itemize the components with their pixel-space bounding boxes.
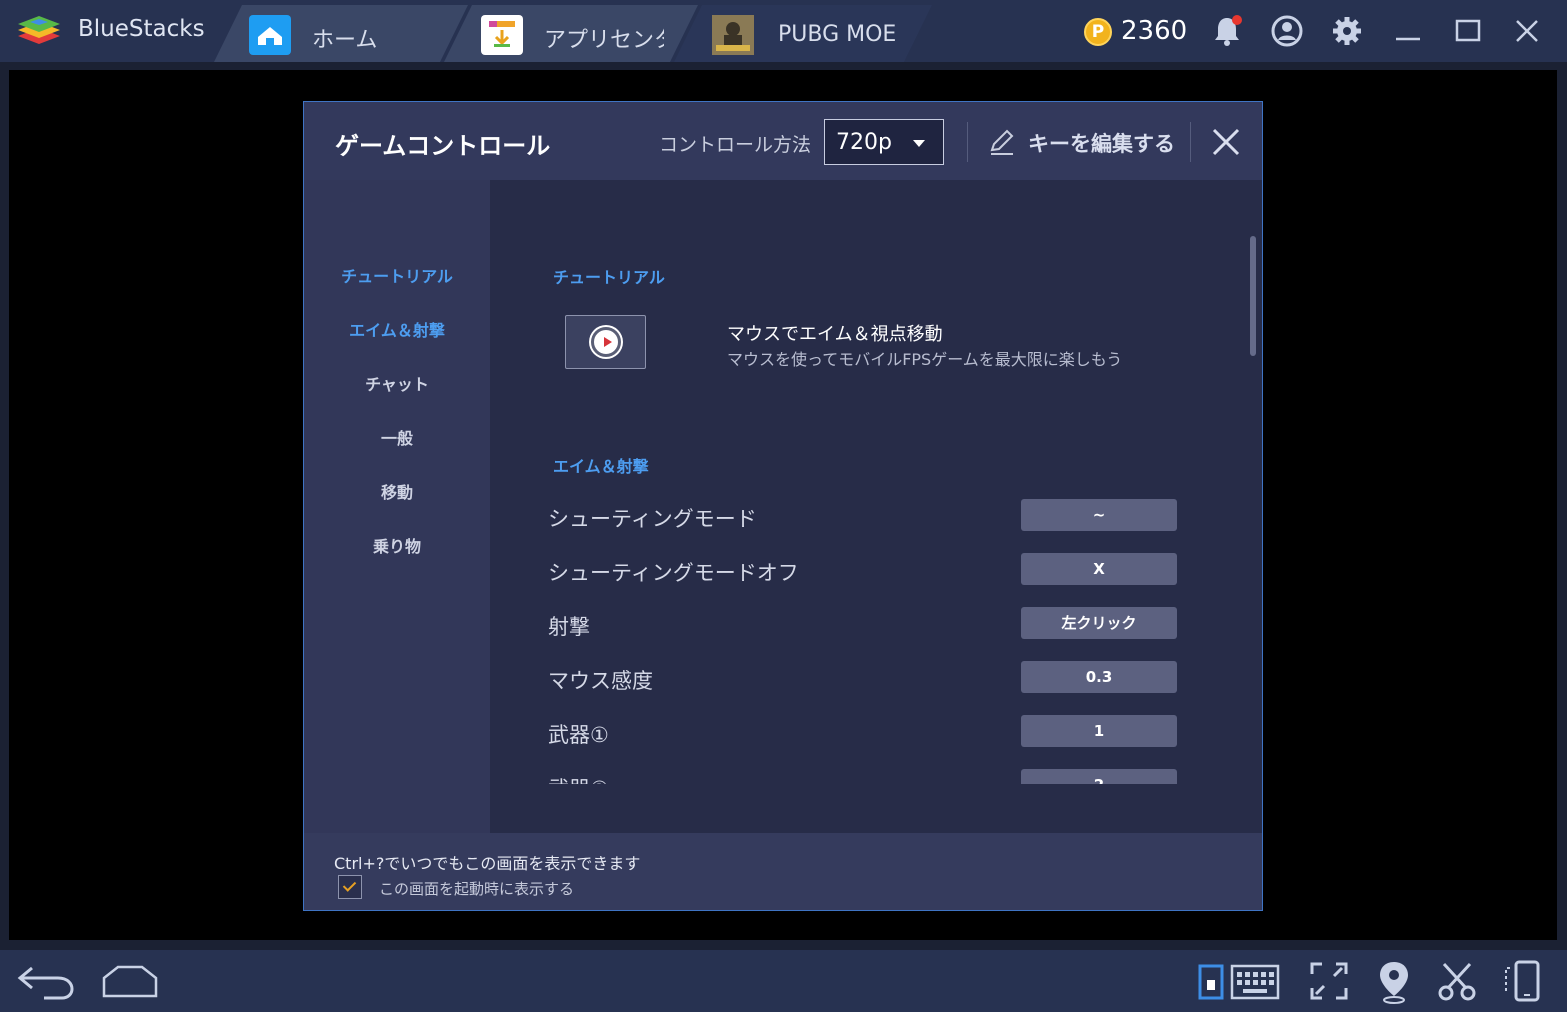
header-divider — [1190, 122, 1191, 162]
dialog-close-icon[interactable] — [1210, 126, 1242, 158]
account-icon[interactable] — [1270, 14, 1304, 48]
app-name: BlueStacks — [78, 16, 205, 42]
aim-section-title: エイム＆射撃 — [553, 457, 649, 476]
keymap-row-label: 射撃 — [548, 615, 590, 639]
maximize-icon[interactable] — [1451, 14, 1485, 48]
edit-keys-button[interactable]: キーを編集する — [1028, 128, 1175, 158]
keymap-row-label: シューティングモードオフ — [548, 561, 799, 585]
keymap-row-label: 武器① — [548, 723, 609, 747]
bell-icon[interactable] — [1210, 14, 1244, 48]
keymap-key-button[interactable]: 0.3 — [1021, 661, 1177, 693]
coin-icon: P — [1084, 18, 1112, 46]
home-outline-icon[interactable] — [100, 964, 160, 1000]
app-center-icon — [481, 15, 523, 55]
resolution-select[interactable]: 720p — [824, 119, 944, 165]
dialog-content[interactable]: チュートリアル マウスでエイム＆視点移動 マウスを使ってモバイルFPSゲームを最… — [490, 180, 1262, 833]
tab-home[interactable]: ホーム — [214, 5, 468, 62]
sidebar-item-chat[interactable]: チャット — [304, 371, 490, 395]
tab-pubg-label: PUBG MOE — [778, 22, 896, 47]
game-control-dialog: ゲームコントロール コントロール方法 720p キーを編集する チュートリアル … — [303, 101, 1263, 911]
sidebar-item-movement[interactable]: 移動 — [304, 479, 490, 503]
keymap-row: シューティングモードオフ X — [490, 553, 1262, 587]
shortcut-hint: Ctrl+?でいつでもこの画面を表示できます — [334, 854, 641, 873]
keymap-row-label: シューティングモード — [548, 507, 757, 531]
keymap-key-button[interactable]: 1 — [1021, 715, 1177, 747]
dialog-title: ゲームコントロール — [335, 132, 551, 160]
dialog-sidebar: チュートリアル エイム＆射撃 チャット 一般 移動 乗り物 — [304, 180, 490, 833]
home-icon — [249, 15, 291, 55]
back-icon[interactable] — [14, 962, 76, 1002]
chevron-down-icon — [913, 140, 925, 147]
header-divider — [967, 122, 968, 162]
tutorial-video-title: マウスでエイム＆視点移動 — [727, 324, 943, 345]
minimize-icon[interactable] — [1391, 14, 1425, 48]
sidebar-item-aim[interactable]: エイム＆射撃 — [304, 317, 490, 341]
sidebar-item-general[interactable]: 一般 — [304, 425, 490, 449]
show-on-startup-label[interactable]: この画面を起動時に表示する — [379, 878, 574, 899]
content-scrollbar[interactable] — [1250, 236, 1256, 356]
keymap-key-button[interactable]: ~ — [1021, 499, 1177, 531]
keymap-row: マウス感度 0.3 — [490, 661, 1262, 695]
bottom-toolbar — [0, 950, 1567, 1012]
dialog-header: ゲームコントロール コントロール方法 720p キーを編集する — [304, 102, 1262, 180]
control-method-label: コントロール方法 — [659, 134, 812, 156]
tutorial-video-description: マウスを使ってモバイルFPSゲームを最大限に楽しもう — [727, 350, 1123, 369]
checkmark-icon — [342, 878, 357, 892]
tutorial-video-thumbnail[interactable] — [565, 315, 646, 369]
tutorial-section-title: チュートリアル — [553, 268, 665, 287]
dialog-footer: Ctrl+?でいつでもこの画面を表示できます この画面を起動時に表示する — [304, 833, 1262, 910]
show-on-startup-checkbox[interactable] — [338, 875, 362, 899]
fullscreen-icon[interactable] — [1308, 960, 1350, 1002]
keymap-key-button[interactable]: X — [1021, 553, 1177, 585]
content-clip — [490, 784, 1262, 833]
keymap-row: 射撃 左クリック — [490, 607, 1262, 641]
play-icon — [591, 327, 621, 357]
keymap-toggle-icon[interactable] — [1198, 964, 1224, 1000]
tab-home-label: ホーム — [312, 28, 378, 53]
keymap-row: 武器① 1 — [490, 715, 1262, 749]
gear-icon[interactable] — [1330, 14, 1364, 48]
resolution-value: 720p — [836, 130, 892, 155]
tab-app-center[interactable]: アプリセンタ- — [444, 5, 698, 62]
tab-pubg[interactable]: PUBG MOE — [674, 5, 932, 62]
keymap-row-label: マウス感度 — [548, 669, 653, 693]
sidebar-item-tutorial[interactable]: チュートリアル — [304, 263, 490, 287]
tab-app-center-label: アプリセンタ- — [544, 28, 655, 53]
pubg-icon — [712, 15, 754, 55]
keymap-row: シューティングモード ~ — [490, 499, 1262, 533]
keyboard-icon[interactable] — [1230, 964, 1280, 1000]
coin-count[interactable]: 2360 — [1121, 16, 1187, 46]
bluestacks-logo-icon — [18, 16, 60, 44]
close-icon[interactable] — [1510, 14, 1544, 48]
title-bar: BlueStacks ホーム アプリセンタ- PUBG MOE P 2360 — [0, 0, 1567, 62]
location-icon[interactable] — [1376, 958, 1412, 1004]
sidebar-item-vehicles[interactable]: 乗り物 — [304, 533, 490, 557]
pencil-icon[interactable] — [988, 128, 1016, 156]
keymap-key-button[interactable]: 左クリック — [1021, 607, 1177, 639]
scissors-icon[interactable] — [1436, 960, 1478, 1002]
rotate-phone-icon[interactable] — [1502, 958, 1550, 1004]
